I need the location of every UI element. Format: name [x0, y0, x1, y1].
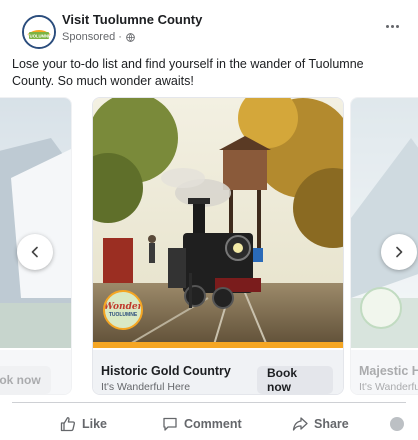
- svg-text:TUOLUMNE: TUOLUMNE: [27, 34, 51, 39]
- card-title: Historic Gold Country: [101, 364, 231, 378]
- post-header: TUOLUMNE Visit Tuolumne County Sponsored…: [0, 0, 418, 52]
- like-button[interactable]: Like: [60, 411, 107, 437]
- page-avatar[interactable]: TUOLUMNE: [22, 15, 56, 49]
- globe-icon: [126, 32, 135, 42]
- card-image: [351, 98, 418, 348]
- page-name-link[interactable]: Visit Tuolumne County: [62, 12, 202, 27]
- card-subtitle: It's Wanderful Here: [101, 381, 191, 393]
- actions-divider: [12, 402, 406, 403]
- like-label: Like: [82, 417, 108, 431]
- book-now-button[interactable]: Book now: [0, 366, 51, 394]
- badge-subtext: TUOLUMNE: [108, 311, 138, 318]
- share-label: Share: [314, 417, 349, 431]
- more-options-icon: [385, 24, 389, 28]
- comment-icon: [163, 417, 177, 431]
- card-footer: Book now: [0, 350, 71, 394]
- share-icon: [292, 417, 308, 431]
- post-actions: Like Comment Share: [0, 407, 418, 440]
- book-now-button[interactable]: Book now: [257, 366, 333, 394]
- comment-button[interactable]: Comment: [162, 411, 242, 437]
- more-options-button[interactable]: [380, 18, 404, 34]
- sponsored-label: Sponsored ·: [62, 31, 122, 43]
- like-icon: [60, 417, 75, 432]
- badge-text: Wonder: [103, 301, 143, 312]
- sponsored-row: Sponsored ·: [62, 31, 135, 43]
- train-photo: Wonder TUOLUMNE: [93, 98, 343, 348]
- post-caption: Lose your to-do list and find yourself i…: [12, 57, 364, 88]
- carousel[interactable]: Book now: [0, 97, 418, 397]
- card-footer: Majestic H It's Wanderfu: [351, 350, 418, 394]
- card-title: Majestic H: [359, 364, 418, 378]
- chevron-right-icon: [396, 246, 403, 258]
- chevron-left-icon: [31, 246, 38, 258]
- reaction-profile-avatar[interactable]: [390, 417, 404, 431]
- card-subtitle: It's Wanderfu: [359, 381, 418, 393]
- share-button[interactable]: Share: [292, 411, 349, 437]
- wonder-badge: Wonder TUOLUMNE: [103, 290, 143, 330]
- card-footer: Historic Gold Country It's Wanderful Her…: [93, 350, 343, 394]
- carousel-next-button[interactable]: [381, 234, 417, 270]
- card-image: [0, 98, 71, 348]
- comment-label: Comment: [184, 417, 242, 431]
- carousel-card-historic-gold-country[interactable]: Wonder TUOLUMNE Historic Gold Country It…: [92, 97, 344, 395]
- carousel-prev-button[interactable]: [17, 234, 53, 270]
